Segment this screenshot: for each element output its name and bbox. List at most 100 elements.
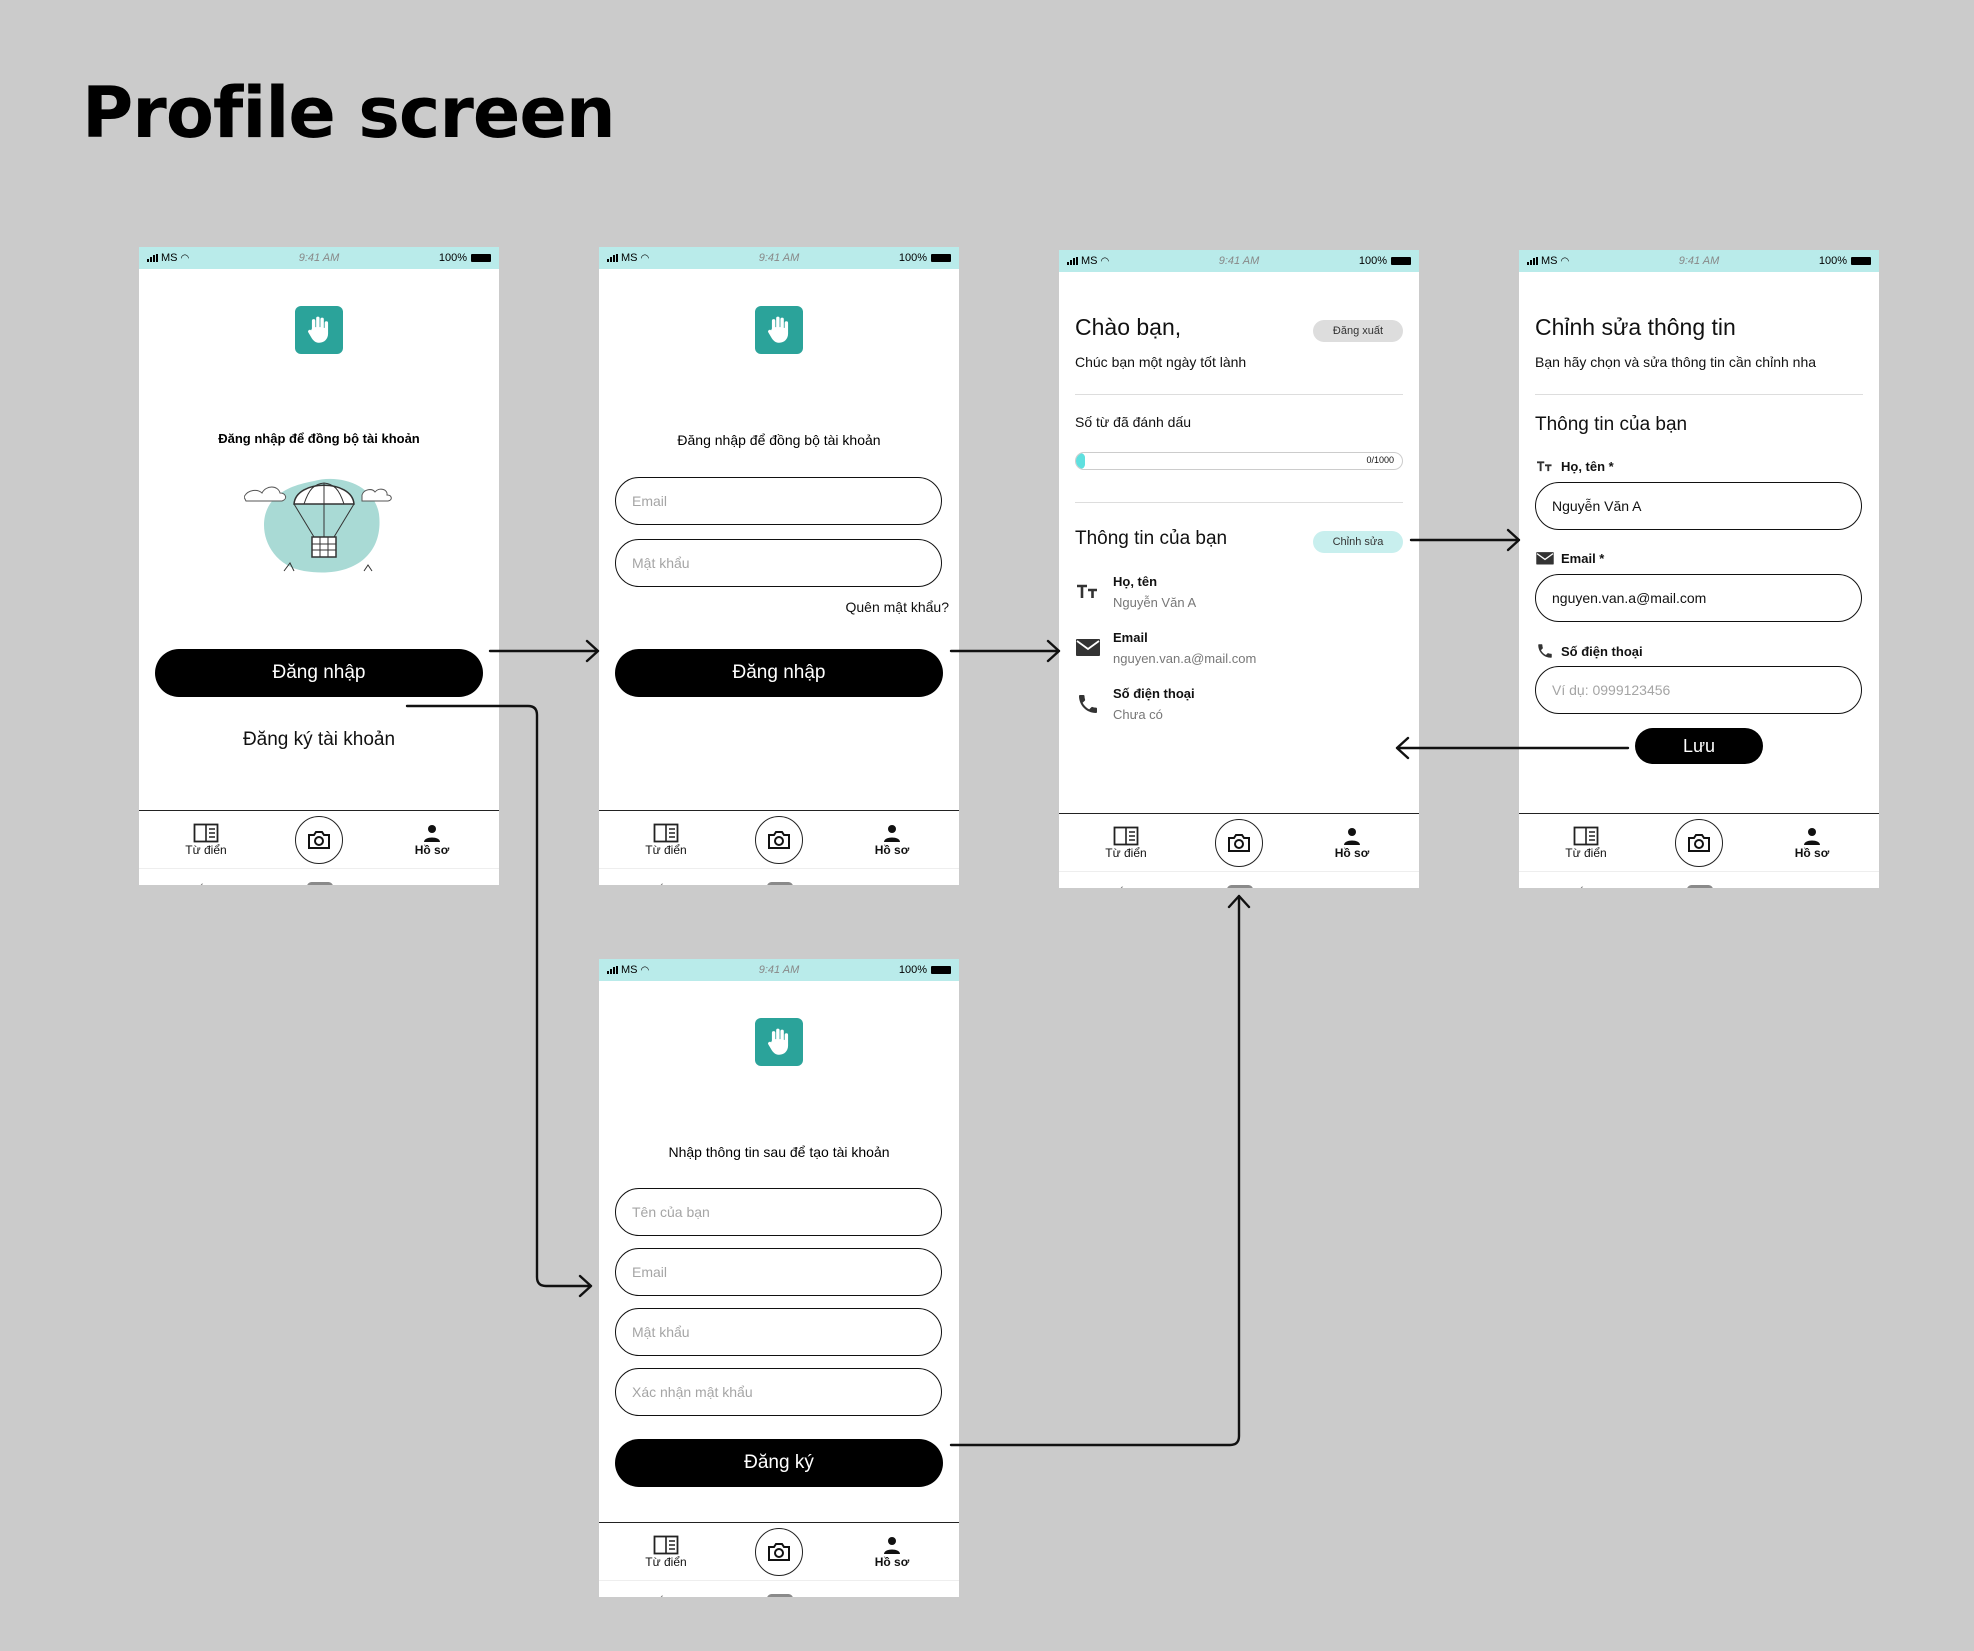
battery-level: 100% <box>898 964 927 976</box>
status-time: 9:41 AM <box>1218 255 1260 267</box>
phone-input[interactable]: Ví dụ: 0999123456 <box>1535 666 1862 714</box>
carrier: MS <box>1541 255 1558 267</box>
nav-profile[interactable]: Hồ sơ <box>847 823 937 857</box>
screen-login-intro: MS ◠ 9:41 AM 100% Đăng nhập để đồng bộ tà… <box>139 247 499 885</box>
name-info: Họ, tên Nguyễn Văn A <box>1075 574 1196 610</box>
nav-dictionary[interactable]: Từ điển <box>161 823 251 857</box>
back-chevron-icon[interactable]: ‹ <box>1579 880 1584 888</box>
person-icon <box>1344 827 1360 845</box>
carrier: MS <box>1081 255 1098 267</box>
divider <box>1075 502 1403 503</box>
camera-button[interactable] <box>1675 818 1723 867</box>
email-input[interactable]: Email <box>615 1248 942 1296</box>
home-indicator[interactable] <box>1687 885 1713 888</box>
text-size-icon <box>1077 584 1097 598</box>
back-chevron-icon[interactable]: ‹ <box>199 877 204 885</box>
edit-title: Chỉnh sửa thông tin <box>1535 314 1736 340</box>
password-input[interactable]: Mật khẩu <box>615 1308 942 1356</box>
home-indicator[interactable] <box>767 882 793 885</box>
nav-profile[interactable]: Hồ sơ <box>387 823 477 857</box>
carrier: MS <box>621 964 638 976</box>
person-icon <box>884 1536 900 1554</box>
status-bar: MS ◠ 9:41 AM 100% <box>599 247 959 269</box>
mail-icon <box>1076 639 1100 656</box>
system-nav: ‹ <box>599 868 959 885</box>
status-bar: MS ◠ 9:41 AM 100% <box>599 959 959 981</box>
camera-icon <box>1688 833 1710 852</box>
battery-level: 100% <box>1358 255 1387 267</box>
arrow-register-to-profile <box>949 894 1251 1447</box>
confirm-password-input[interactable]: Xác nhận mật khẩu <box>615 1368 942 1416</box>
login-prompt: Đăng nhập để đồng bộ tài khoản <box>677 432 881 448</box>
arrow-profile-to-edit <box>1409 528 1521 552</box>
phone-label: Số điện thoại <box>1535 642 1643 660</box>
book-icon <box>193 823 219 842</box>
system-nav: ‹ <box>1519 871 1879 888</box>
book-icon <box>1113 826 1139 845</box>
edit-button[interactable]: Chỉnh sửa <box>1313 531 1403 553</box>
battery-icon <box>931 254 951 262</box>
register-button[interactable]: Đăng ký <box>615 1439 943 1487</box>
section-title: Thông tin của bạn <box>1535 414 1688 435</box>
login-button[interactable]: Đăng nhập <box>615 649 943 697</box>
nav-dictionary[interactable]: Từ điển <box>621 823 711 857</box>
camera-button[interactable] <box>755 1527 803 1576</box>
wifi-icon: ◠ <box>180 252 190 264</box>
mail-icon <box>1536 552 1554 565</box>
back-chevron-icon[interactable]: ‹ <box>659 877 664 885</box>
screen-login-form: MS ◠ 9:41 AM 100% Đăng nhập để đồng bộ tà… <box>599 247 959 885</box>
bookmark-progress-bar: 0/1000 <box>1075 452 1403 470</box>
logout-button[interactable]: Đăng xuất <box>1313 320 1403 342</box>
divider <box>1075 394 1403 395</box>
nav-dictionary[interactable]: Từ điển <box>1541 826 1631 860</box>
divider <box>1535 394 1863 395</box>
status-time: 9:41 AM <box>1678 255 1720 267</box>
email-input[interactable]: nguyen.van.a@mail.com <box>1535 574 1862 622</box>
battery-level: 100% <box>1818 255 1847 267</box>
email-label: Email * <box>1535 550 1604 566</box>
home-indicator[interactable] <box>767 1594 793 1597</box>
status-bar: MS ◠ 9:41 AM 100% <box>1059 250 1419 272</box>
nav-dictionary[interactable]: Từ điển <box>1081 826 1171 860</box>
bottom-nav: Từ điển Hồ sơ <box>139 810 499 868</box>
nav-dictionary[interactable]: Từ điển <box>621 1535 711 1569</box>
status-time: 9:41 AM <box>758 964 800 976</box>
name-input[interactable]: Nguyễn Văn A <box>1535 482 1862 530</box>
camera-button[interactable] <box>295 815 343 864</box>
home-indicator[interactable] <box>307 882 333 885</box>
back-chevron-icon[interactable]: ‹ <box>659 1589 664 1597</box>
password-input[interactable]: Mật khẩu <box>615 539 942 587</box>
forgot-password-link[interactable]: Quên mật khẩu? <box>845 599 949 615</box>
status-bar: MS ◠ 9:41 AM 100% <box>1519 250 1879 272</box>
greeting: Chào bạn, <box>1075 314 1182 340</box>
wifi-icon: ◠ <box>640 252 650 264</box>
wifi-icon: ◠ <box>1100 255 1110 267</box>
status-time: 9:41 AM <box>758 252 800 264</box>
login-button[interactable]: Đăng nhập <box>155 649 483 697</box>
person-icon <box>1804 827 1820 845</box>
nav-profile[interactable]: Hồ sơ <box>847 1535 937 1569</box>
email-input[interactable]: Email <box>615 477 942 525</box>
camera-button[interactable] <box>755 815 803 864</box>
screen-profile: MS ◠ 9:41 AM 100% Chào bạn, Đăng xuất Chú… <box>1059 250 1419 888</box>
nav-profile[interactable]: Hồ sơ <box>1767 826 1857 860</box>
bottom-nav: Từ điển Hồ sơ <box>599 1522 959 1580</box>
app-logo <box>755 1018 803 1066</box>
register-link[interactable]: Đăng ký tài khoản <box>139 729 499 751</box>
text-size-icon <box>1537 461 1552 472</box>
system-nav: ‹ <box>139 868 499 885</box>
save-button[interactable]: Lưu <box>1635 728 1763 764</box>
carrier: MS <box>621 252 638 264</box>
battery-level: 100% <box>438 252 467 264</box>
camera-icon <box>1228 833 1250 852</box>
app-logo <box>295 306 343 354</box>
app-logo <box>755 306 803 354</box>
camera-icon <box>768 1542 790 1561</box>
back-chevron-icon[interactable]: ‹ <box>1119 880 1124 888</box>
name-input[interactable]: Tên của bạn <box>615 1188 942 1236</box>
wifi-icon: ◠ <box>1560 255 1570 267</box>
camera-button[interactable] <box>1215 818 1263 867</box>
email-info: Email nguyen.van.a@mail.com <box>1075 630 1256 666</box>
home-indicator[interactable] <box>1227 885 1253 888</box>
nav-profile[interactable]: Hồ sơ <box>1307 826 1397 860</box>
